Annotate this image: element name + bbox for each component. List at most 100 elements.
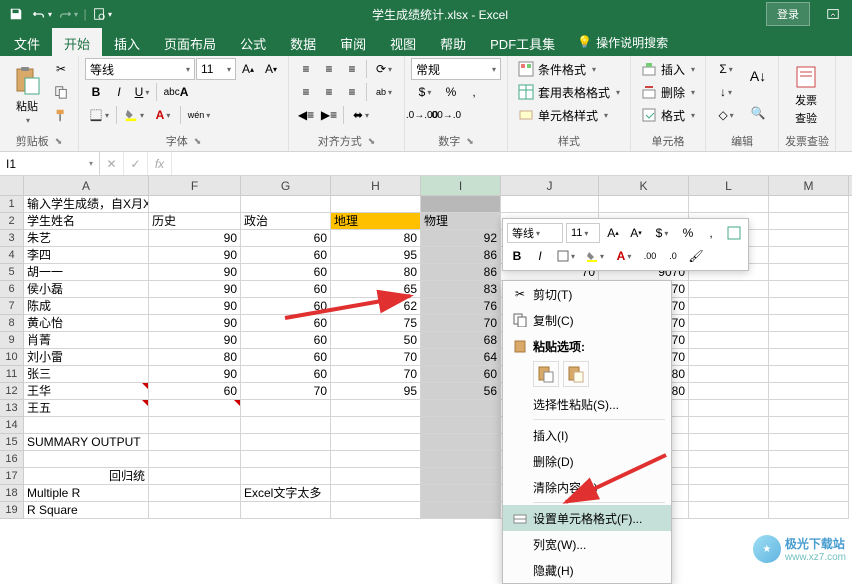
cell[interactable]: 刘小雷	[24, 349, 149, 366]
comma-icon[interactable]: ,	[463, 81, 485, 103]
redo-icon[interactable]: ▾	[56, 3, 80, 25]
cell[interactable]	[769, 281, 849, 298]
cancel-formula-icon[interactable]: ✕	[100, 152, 124, 175]
cell[interactable]	[421, 451, 501, 468]
wrap-text-icon[interactable]: ab▾	[370, 81, 398, 103]
fill-icon[interactable]: ↓▾	[712, 81, 740, 103]
cell[interactable]: 80	[331, 264, 421, 281]
cell[interactable]	[689, 502, 769, 519]
cell[interactable]	[331, 434, 421, 451]
cell[interactable]	[241, 434, 331, 451]
cell[interactable]: Multiple R	[24, 485, 149, 502]
cell[interactable]	[769, 196, 849, 213]
cell[interactable]	[769, 264, 849, 281]
mini-dec-decimal-icon[interactable]: .00	[640, 246, 660, 266]
cell[interactable]	[689, 485, 769, 502]
row-header[interactable]: 9	[0, 332, 24, 349]
ctx-copy[interactable]: 复制(C)	[503, 307, 671, 333]
cell[interactable]	[769, 349, 849, 366]
mini-fill-icon[interactable]: ▾	[582, 246, 608, 266]
row-header[interactable]: 5	[0, 264, 24, 281]
cell[interactable]: 朱艺	[24, 230, 149, 247]
cell[interactable]: 输入学生成绩，自X月X日	[24, 196, 149, 213]
cell[interactable]: SUMMARY OUTPUT	[24, 434, 149, 451]
cell[interactable]: 70	[241, 383, 331, 400]
percent-icon[interactable]: %	[440, 81, 462, 103]
paste-option-2[interactable]	[563, 361, 589, 387]
increase-font-icon[interactable]: A▴	[237, 58, 259, 80]
orientation-icon[interactable]: ⟳▾	[370, 58, 398, 80]
cell[interactable]	[331, 417, 421, 434]
cell[interactable]	[149, 468, 241, 485]
col-header-A[interactable]: A	[24, 176, 149, 195]
cell[interactable]: 76	[421, 298, 501, 315]
ctx-clear[interactable]: 清除内容(N)	[503, 474, 671, 500]
cell[interactable]	[149, 502, 241, 519]
tell-me-search[interactable]: 💡 操作说明搜索	[577, 28, 668, 56]
cell[interactable]	[769, 332, 849, 349]
tab-view[interactable]: 视图	[378, 28, 428, 56]
cell[interactable]: 60	[241, 247, 331, 264]
cell[interactable]	[599, 196, 689, 213]
border-icon[interactable]: ▾	[85, 104, 113, 126]
ctx-paste-special[interactable]: 选择性粘贴(S)...	[503, 391, 671, 417]
row-header[interactable]: 14	[0, 417, 24, 434]
cell[interactable]	[689, 366, 769, 383]
cell[interactable]	[689, 468, 769, 485]
ctx-hide[interactable]: 隐藏(H)	[503, 557, 671, 583]
cell[interactable]	[331, 400, 421, 417]
cell[interactable]	[689, 349, 769, 366]
cell[interactable]	[421, 417, 501, 434]
mini-border-icon[interactable]: ▾	[553, 246, 579, 266]
cell[interactable]: 陈成	[24, 298, 149, 315]
alignment-launcher-icon[interactable]: ⬊	[368, 136, 376, 147]
ctx-delete[interactable]: 删除(D)	[503, 448, 671, 474]
cell[interactable]	[689, 383, 769, 400]
conditional-format-button[interactable]: 条件格式▾	[514, 58, 624, 80]
cell[interactable]	[241, 451, 331, 468]
mini-format-painter-icon[interactable]: 🖌	[686, 246, 706, 266]
cell[interactable]: 60	[421, 366, 501, 383]
col-header-F[interactable]: F	[149, 176, 241, 195]
bold-icon[interactable]: B	[85, 81, 107, 103]
mini-table-icon[interactable]	[724, 223, 744, 243]
autosum-icon[interactable]: Σ▾	[712, 58, 740, 80]
cell[interactable]: 70	[331, 366, 421, 383]
ctx-insert[interactable]: 插入(I)	[503, 422, 671, 448]
mini-percent-icon[interactable]: %	[678, 223, 698, 243]
cell[interactable]	[241, 400, 331, 417]
login-button[interactable]: 登录	[766, 2, 810, 26]
mini-inc-decimal-icon[interactable]: .0	[663, 246, 683, 266]
cell[interactable]	[421, 196, 501, 213]
format-cells-button[interactable]: 格式▾	[637, 104, 699, 126]
cell[interactable]	[689, 332, 769, 349]
cell[interactable]: 学生姓名	[24, 213, 149, 230]
cell-styles-button[interactable]: 单元格样式▾	[514, 104, 624, 126]
cell[interactable]	[689, 400, 769, 417]
cell[interactable]	[769, 213, 849, 230]
tab-pdf[interactable]: PDF工具集	[478, 28, 567, 56]
font-name-combo[interactable]: 等线▾	[85, 58, 195, 80]
mini-bold-icon[interactable]: B	[507, 246, 527, 266]
row-header[interactable]: 8	[0, 315, 24, 332]
decrease-indent-icon[interactable]: ◀≡	[295, 104, 317, 126]
cell[interactable]	[769, 468, 849, 485]
cell[interactable]	[421, 485, 501, 502]
cell[interactable]	[149, 417, 241, 434]
cell[interactable]	[149, 451, 241, 468]
cell[interactable]	[769, 315, 849, 332]
cell[interactable]: 60	[149, 383, 241, 400]
cell[interactable]: 80	[331, 230, 421, 247]
cell[interactable]	[241, 468, 331, 485]
cell[interactable]: 62	[331, 298, 421, 315]
tab-review[interactable]: 审阅	[328, 28, 378, 56]
currency-icon[interactable]: $▾	[411, 81, 439, 103]
align-top-icon[interactable]: ≡	[295, 58, 317, 80]
paste-button[interactable]: 粘贴 ▾	[6, 58, 48, 132]
cell[interactable]	[149, 434, 241, 451]
print-preview-icon[interactable]: ▾	[90, 3, 114, 25]
cell[interactable]: Excel文字太多	[241, 485, 331, 502]
cell[interactable]: 90	[149, 281, 241, 298]
cell[interactable]	[421, 434, 501, 451]
cell[interactable]: 侯小磊	[24, 281, 149, 298]
